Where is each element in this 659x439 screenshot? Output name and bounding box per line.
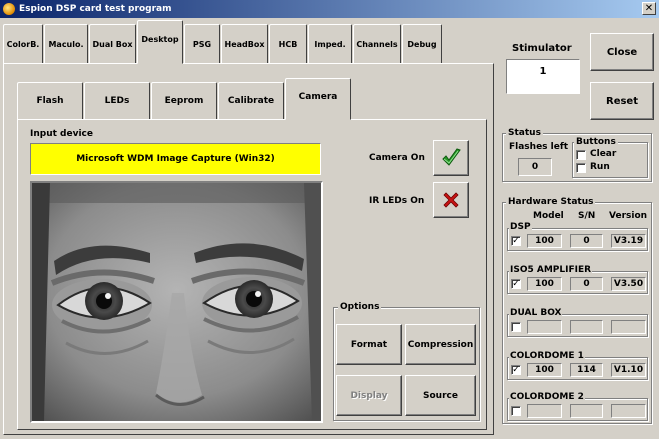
dual-box-sn <box>570 320 603 334</box>
iso5-amplifier-label: ISO5 AMPLIFIER <box>509 265 593 275</box>
tab-desktop[interactable]: Desktop <box>137 20 183 64</box>
run-label: Run <box>590 162 610 172</box>
tab-dual-box[interactable]: Dual Box <box>89 24 136 64</box>
dsp-version: V3.19 <box>611 234 646 248</box>
tab-hcb[interactable]: HCB <box>269 24 307 64</box>
ir-leds-button[interactable] <box>433 182 469 218</box>
input-device-label: Input device <box>30 129 93 139</box>
colordome-2-model <box>527 404 562 418</box>
display-button[interactable]: Display <box>336 375 402 416</box>
flashes-left-value: 0 <box>518 158 552 176</box>
title-bar: Espion DSP card test program ✕ <box>0 0 659 18</box>
flashes-left-label: Flashes left <box>509 142 569 152</box>
clear-label: Clear <box>590 149 617 159</box>
source-button[interactable]: Source <box>405 375 476 416</box>
hardware-column-version: Version <box>609 211 648 221</box>
run-checkbox[interactable] <box>576 163 586 173</box>
ir-leds-label: IR LEDs On <box>369 196 425 206</box>
stimulator-field[interactable]: 1 <box>506 59 580 94</box>
dual-box-checkbox[interactable] <box>511 322 521 332</box>
dsp-label: DSP <box>509 222 532 232</box>
input-device-display: Microsoft WDM Image Capture (Win32) <box>30 143 321 175</box>
tab-eeprom[interactable]: Eeprom <box>151 82 217 120</box>
status-group-title: Status <box>506 128 543 138</box>
cross-icon <box>443 192 459 208</box>
format-button[interactable]: Format <box>336 324 402 365</box>
tab-flash[interactable]: Flash <box>17 82 83 120</box>
compression-button[interactable]: Compression <box>405 324 476 365</box>
close-button[interactable]: Close <box>590 33 654 71</box>
dsp-model: 100 <box>527 234 562 248</box>
hardware-column-sn: S/N <box>578 211 596 221</box>
app-icon <box>3 3 15 15</box>
colordome-1-version: V1.10 <box>611 363 646 377</box>
camera-on-button[interactable] <box>433 140 469 176</box>
tab-maculo[interactable]: Maculo. <box>44 24 88 64</box>
dual-box-model <box>527 320 562 334</box>
iso5-amplifier-version: V3.50 <box>611 277 646 291</box>
tab-imped[interactable]: Imped. <box>308 24 352 64</box>
hardware-status-title: Hardware Status <box>506 197 596 207</box>
tab-camera[interactable]: Camera <box>285 78 351 120</box>
tab-debug[interactable]: Debug <box>402 24 442 64</box>
checkmark-icon <box>442 148 461 166</box>
dsp-sn: 0 <box>570 234 603 248</box>
dual-box-version <box>611 320 646 334</box>
clear-checkbox[interactable] <box>576 150 586 160</box>
colordome-2-version <box>611 404 646 418</box>
colordome-2-sn <box>570 404 603 418</box>
camera-video-preview <box>30 181 323 423</box>
tab-leds[interactable]: LEDs <box>84 82 150 120</box>
reset-button[interactable]: Reset <box>590 82 654 120</box>
stimulator-label: Stimulator <box>512 43 572 54</box>
buttons-group-title: Buttons <box>574 137 618 147</box>
tab-headbox[interactable]: HeadBox <box>221 24 268 64</box>
window-title: Espion DSP card test program <box>19 4 172 14</box>
colordome-1-checkbox[interactable]: ✓ <box>511 365 521 375</box>
app-window: Espion DSP card test program ✕ ColorB. M… <box>0 0 659 439</box>
camera-on-label: Camera On <box>369 153 425 163</box>
options-group-title: Options <box>338 302 382 312</box>
window-close-button[interactable]: ✕ <box>642 2 656 15</box>
dsp-checkbox[interactable]: ✓ <box>511 236 521 246</box>
iso5-amplifier-checkbox[interactable]: ✓ <box>511 279 521 289</box>
iso5-amplifier-sn: 0 <box>570 277 603 291</box>
tab-colorb[interactable]: ColorB. <box>3 24 43 64</box>
hardware-column-model: Model <box>533 211 564 221</box>
iso5-amplifier-model: 100 <box>527 277 562 291</box>
dual-box-label: DUAL BOX <box>509 308 563 318</box>
outer-tab-strip: ColorB. Maculo. Dual Box Desktop PSG Hea… <box>3 20 443 64</box>
colordome-1-sn: 114 <box>570 363 603 377</box>
tab-calibrate[interactable]: Calibrate <box>218 82 284 120</box>
colordome-2-label: COLORDOME 2 <box>509 392 585 402</box>
tab-channels[interactable]: Channels <box>353 24 401 64</box>
tab-psg[interactable]: PSG <box>184 24 220 64</box>
inner-tab-strip: Flash LEDs Eeprom Calibrate Camera <box>17 78 352 120</box>
colordome-1-model: 100 <box>527 363 562 377</box>
colordome-1-label: COLORDOME 1 <box>509 351 585 361</box>
colordome-2-checkbox[interactable] <box>511 406 521 416</box>
camera-frame-image <box>32 183 321 421</box>
